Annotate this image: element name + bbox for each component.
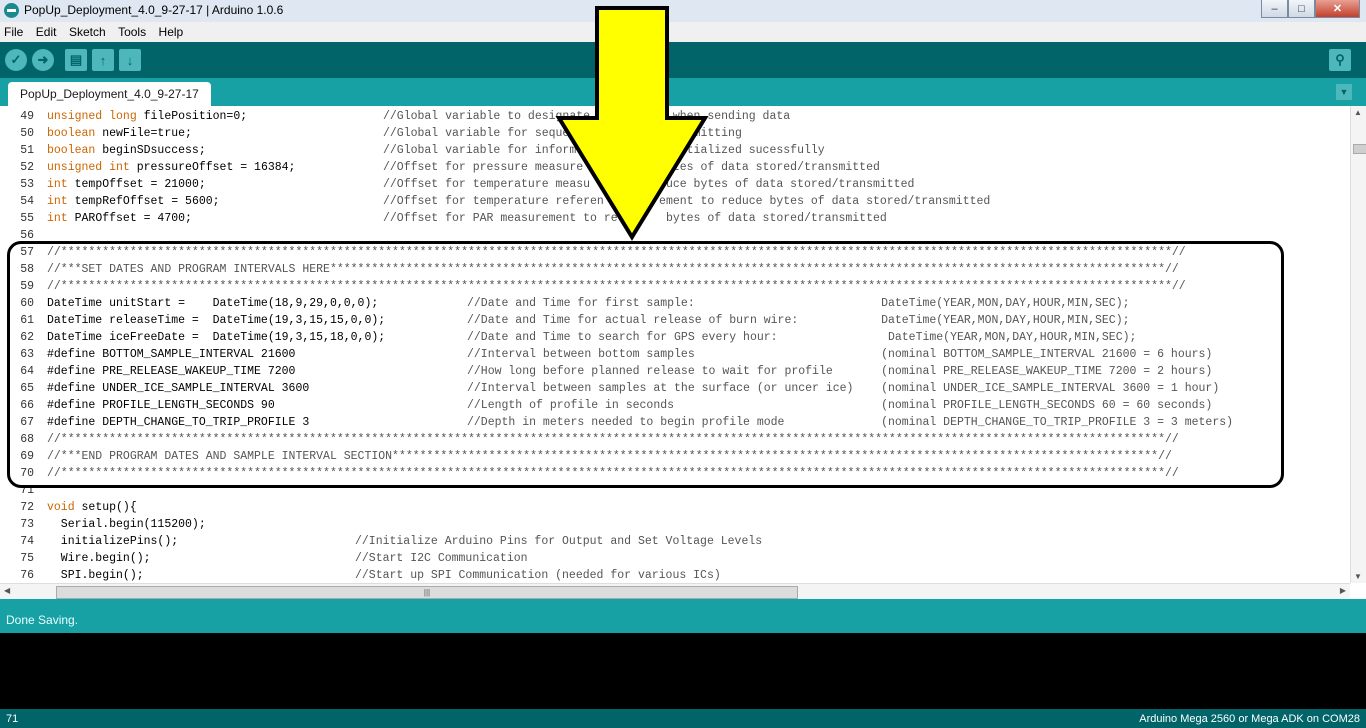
down-arrow-icon [555, 6, 709, 241]
annotation-arrow [555, 6, 709, 241]
